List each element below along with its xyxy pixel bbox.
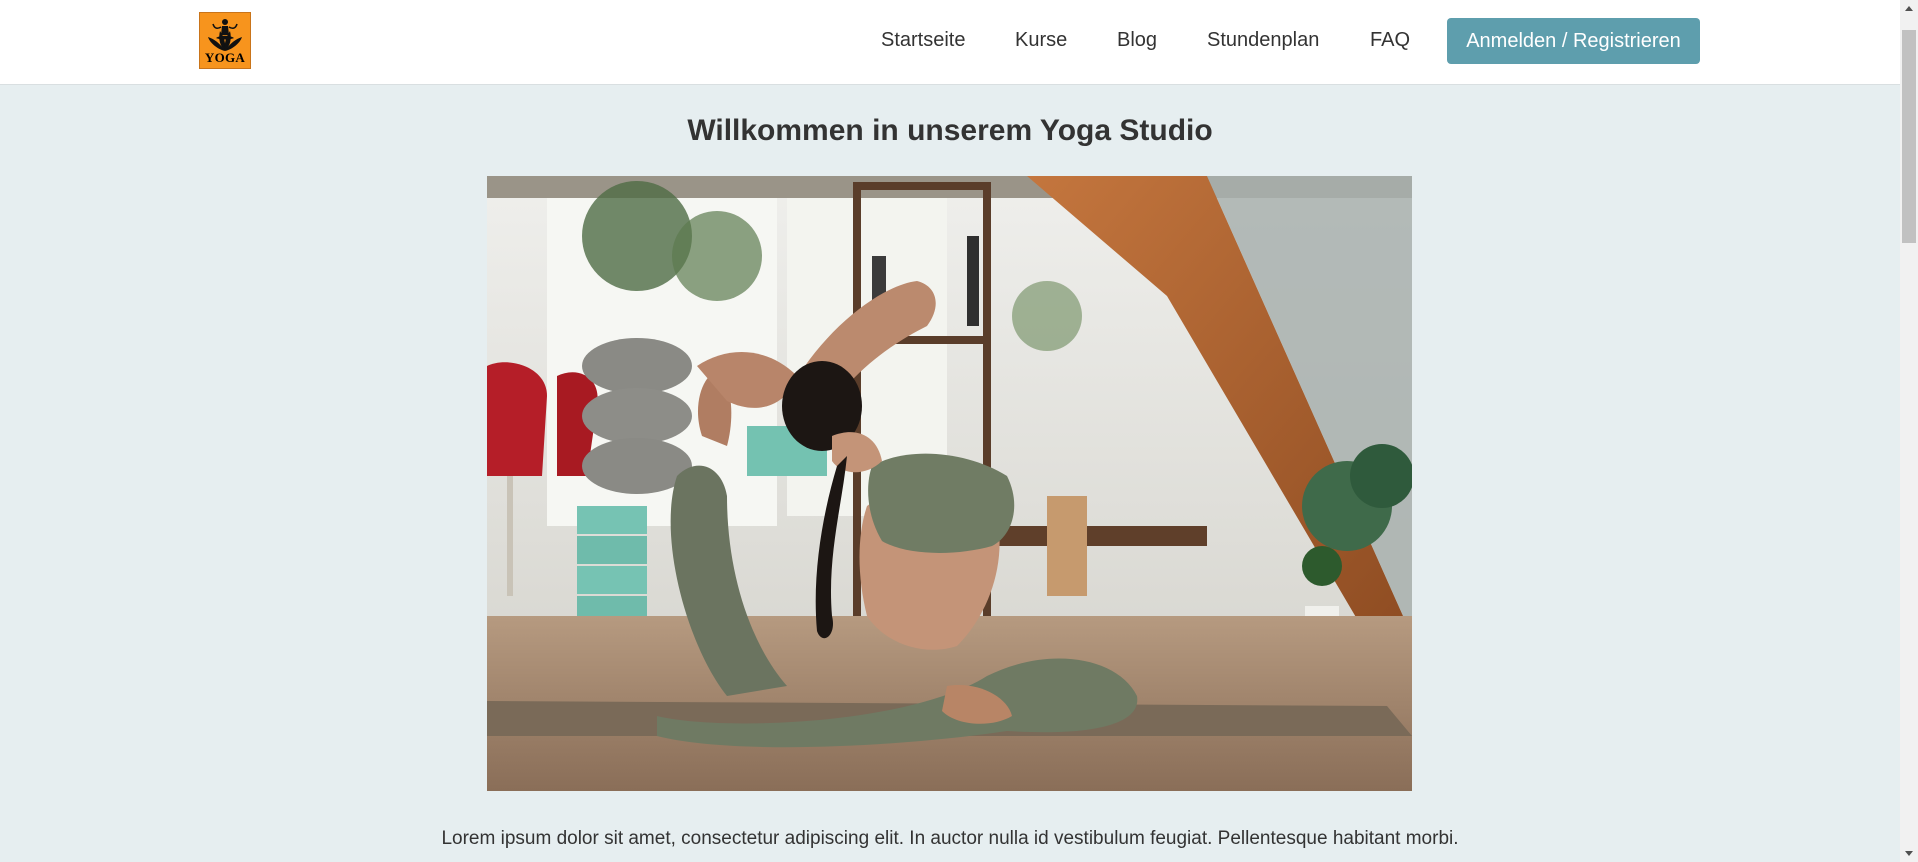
- site-header: YOGA Startseite Kurse Blog Stundenplan F…: [0, 0, 1900, 85]
- hero-image: [487, 176, 1412, 791]
- login-register-button[interactable]: Anmelden / Registrieren: [1447, 18, 1700, 64]
- nav-link-blog[interactable]: Blog: [1117, 29, 1157, 52]
- nav-link-stundenplan[interactable]: Stundenplan: [1207, 29, 1319, 52]
- scroll-down-arrow-icon[interactable]: [1900, 845, 1918, 862]
- nav-link-faq[interactable]: FAQ: [1370, 29, 1410, 52]
- page-scrollbar[interactable]: [1900, 0, 1918, 862]
- nav-link-startseite[interactable]: Startseite: [881, 29, 965, 52]
- page-title: Willkommen in unserem Yoga Studio: [687, 114, 1213, 147]
- yoga-pose-photo-icon: [487, 176, 1412, 791]
- intro-paragraph: Lorem ipsum dolor sit amet, consectetur …: [441, 828, 1459, 849]
- browser-viewport: YOGA Startseite Kurse Blog Stundenplan F…: [0, 0, 1900, 862]
- scroll-thumb[interactable]: [1902, 30, 1916, 243]
- nav-link-kurse[interactable]: Kurse: [1015, 29, 1067, 52]
- scroll-up-arrow-icon[interactable]: [1900, 0, 1918, 17]
